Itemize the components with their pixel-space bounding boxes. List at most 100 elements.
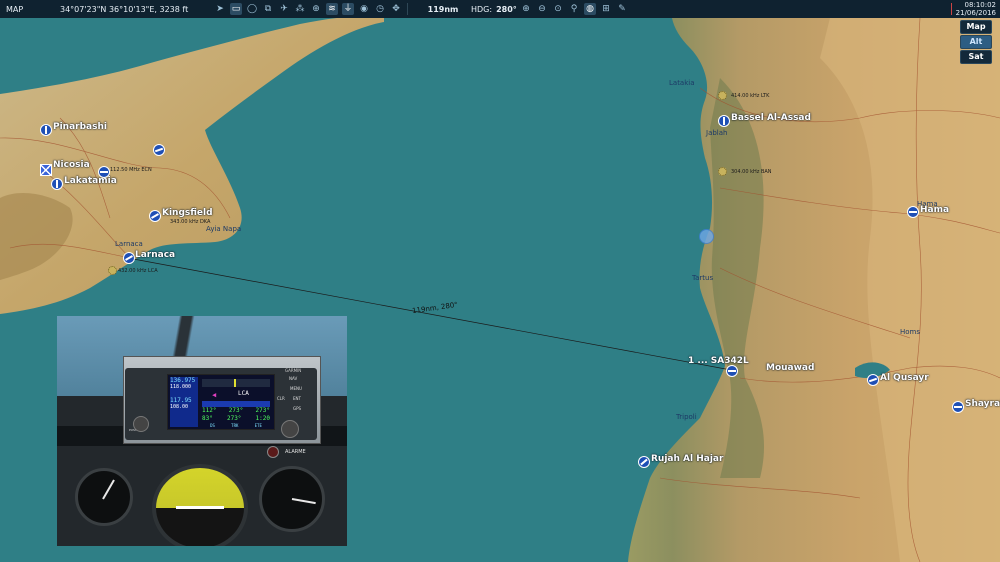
nav-data-row-2: 83° 273° 1:20 xyxy=(202,415,270,422)
ndb-icon-lca xyxy=(108,266,117,275)
nav-field-1c: 273° xyxy=(255,407,270,414)
gps-left-knob[interactable] xyxy=(133,416,149,432)
runway-icon xyxy=(56,180,58,188)
runway-icon xyxy=(125,255,133,261)
gps-mode-button[interactable]: GPS xyxy=(293,406,301,411)
tower-icon[interactable]: ⏚ xyxy=(342,3,354,15)
airport-marker-hama[interactable] xyxy=(907,206,919,218)
soft-key-labels: DS TRK ETE xyxy=(202,423,270,428)
town-label-ayia-napa: Ayia Napa xyxy=(206,225,242,233)
grid-icon[interactable]: ⊞ xyxy=(600,3,612,15)
horizon-bar xyxy=(176,506,224,509)
zoom-in-icon[interactable]: ⊕ xyxy=(520,3,532,15)
airport-marker-mouawad[interactable] xyxy=(726,365,738,377)
airport-marker-nicosia[interactable] xyxy=(40,164,52,176)
waypoint-ident: LCA xyxy=(238,390,249,397)
airport-marker-lakatamia[interactable] xyxy=(51,178,63,190)
com-active-freq: 136.975 xyxy=(170,377,196,384)
nav-field-1a: 112° xyxy=(202,407,217,414)
cursor-coordinates: 34°07'23"N 36°10'13"E, 3238 ft xyxy=(60,4,189,14)
airport-label-rujah[interactable]: Rujah Al Hajar xyxy=(651,454,723,464)
airport-marker-alqusayr[interactable] xyxy=(867,374,879,386)
airport-marker-bassel[interactable] xyxy=(718,115,730,127)
airport-label-shayrat[interactable]: Shayrat xyxy=(965,399,1000,409)
mode-label: MAP xyxy=(6,4,24,14)
airport-marker-geçitkale[interactable] xyxy=(153,144,165,156)
runway-icon xyxy=(151,213,159,219)
closed-airport-icon xyxy=(41,165,51,175)
airport-marker-ercan[interactable] xyxy=(98,166,110,178)
globe-icon[interactable]: ◍ xyxy=(584,3,597,15)
runway-icon xyxy=(909,211,917,213)
airport-label-kingsfield[interactable]: Kingsfield xyxy=(162,208,213,218)
airport-label-nicosia[interactable]: Nicosia xyxy=(53,160,90,170)
airport-marker-rujah[interactable] xyxy=(638,456,650,468)
cdi-needle xyxy=(234,379,236,387)
airport-marker-larnaca[interactable] xyxy=(123,252,135,264)
zoom-out-icon[interactable]: ⊖ xyxy=(536,3,548,15)
town-label-jablah: Jablah xyxy=(706,129,728,137)
airport-label-hama[interactable]: Hama xyxy=(920,205,949,215)
gps-menu-button[interactable]: MENU xyxy=(290,386,302,391)
runway-icon xyxy=(728,370,736,372)
town-label-tripoli: Tripoli xyxy=(676,413,697,421)
airport-marker-kingsfield[interactable] xyxy=(149,210,161,222)
runway-icon xyxy=(868,377,878,383)
layer-map-button[interactable]: Map xyxy=(960,20,992,34)
town-label-homs: Homs xyxy=(900,328,921,336)
overlay-icon[interactable]: ⧉ xyxy=(262,3,274,15)
clock-icon[interactable]: ◷ xyxy=(374,3,386,15)
airport-filter-icon[interactable]: ✈ xyxy=(278,3,290,15)
compass-icon[interactable]: ➤ xyxy=(214,3,226,15)
gps-brand: GARMIN xyxy=(285,368,302,373)
nav-field-2c: 1:20 xyxy=(255,415,270,422)
gps-clr-button[interactable]: CLR xyxy=(277,396,285,401)
airport-marker-shayrat[interactable] xyxy=(952,401,964,413)
airspeed-gauge xyxy=(259,466,325,532)
chat-icon[interactable]: ◉ xyxy=(358,3,370,15)
clock-needle xyxy=(102,479,115,500)
gps-ent-button[interactable]: ENT xyxy=(293,396,301,401)
airport-label-lakatamia[interactable]: Lakatamia xyxy=(64,176,117,186)
alarm-light xyxy=(267,446,279,458)
town-label-larnaca: Larnaca xyxy=(115,240,143,248)
pen-icon[interactable]: ✎ xyxy=(616,3,628,15)
airport-label-pinarbashi[interactable]: Pinarbashi xyxy=(53,122,107,132)
label-toggle-icon[interactable]: ▭ xyxy=(230,3,242,15)
com-standby-freq: 118.000 xyxy=(170,384,192,390)
circle-tool-icon[interactable]: ◯ xyxy=(246,3,258,15)
clock-gauge xyxy=(75,468,133,526)
runway-icon xyxy=(100,171,108,173)
runway-icon xyxy=(45,126,47,134)
airport-marker-pinarbashi[interactable] xyxy=(40,124,52,136)
gps-nav-button[interactable]: NAV xyxy=(289,376,297,381)
clock-time: 08:10:02 xyxy=(964,1,996,9)
navaid-label-dka: 343.00 kHz DKA xyxy=(170,219,211,225)
signal-icon[interactable]: ≋ xyxy=(326,3,338,15)
unit-label[interactable]: 1 ... SA342L xyxy=(688,356,749,366)
airport-label-bassel[interactable]: Bassel Al-Assad xyxy=(731,113,811,123)
move-icon[interactable]: ✥ xyxy=(390,3,402,15)
runway-icon xyxy=(640,458,648,466)
gps-right-knob[interactable] xyxy=(281,420,299,438)
airport-label-larnaca[interactable]: Larnaca xyxy=(135,250,175,260)
airport-label-alqusayr[interactable]: Al Qusayr xyxy=(880,373,929,383)
alarm-label: ALARME xyxy=(285,449,306,455)
layer-alt-button[interactable]: Alt xyxy=(960,35,992,49)
com-panel: 136.975 118.000 117.95 108.00 xyxy=(170,377,198,427)
ndb-icon-ltk xyxy=(718,91,727,100)
unit-marker-tartus[interactable] xyxy=(699,229,714,244)
time-date-stack: 08:10:02 21/06/2016 xyxy=(956,1,996,17)
heading-label: HDG: xyxy=(471,4,493,14)
navaid-filter-icon[interactable]: ⁂ xyxy=(294,3,306,15)
vloc-active-freq: 117.95 xyxy=(170,397,192,404)
search-icon[interactable]: ⚲ xyxy=(568,3,580,15)
target-icon[interactable]: ⊕ xyxy=(310,3,322,15)
heading-value: 280° xyxy=(496,4,517,14)
runway-icon xyxy=(154,147,164,153)
navaid-label-ecn: 112.50 MHz ECN xyxy=(110,167,152,173)
zoom-fit-icon[interactable]: ⊙ xyxy=(552,3,564,15)
layer-sat-button[interactable]: Sat xyxy=(960,50,992,64)
town-label-tartus: Tartus xyxy=(692,274,714,282)
airport-label-mouawad[interactable]: Mouawad xyxy=(766,363,814,373)
